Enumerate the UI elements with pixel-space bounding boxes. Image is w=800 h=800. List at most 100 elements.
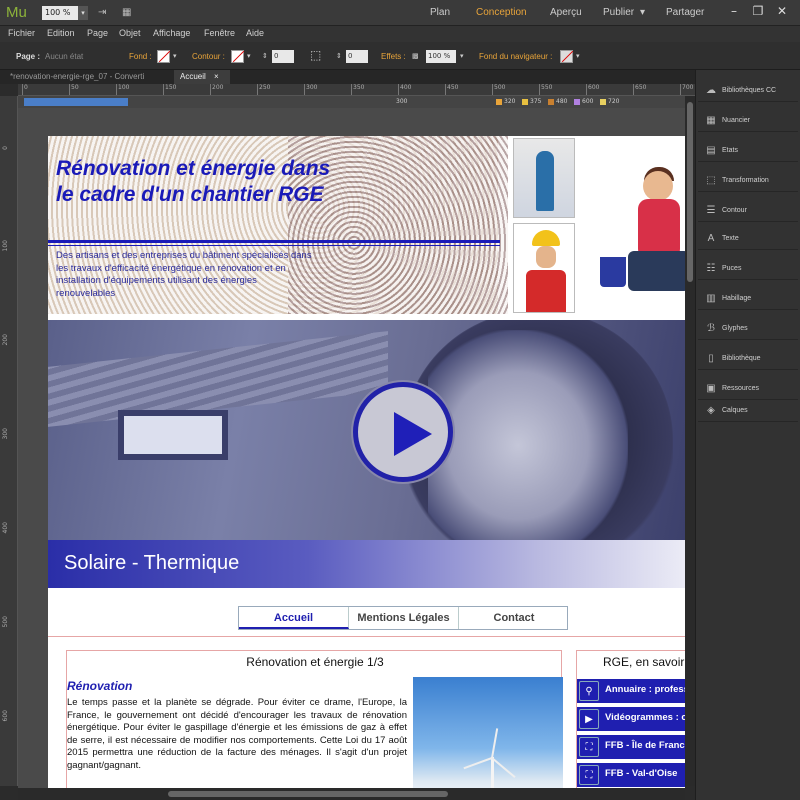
horizontal-scroll-thumb[interactable] <box>168 791 448 797</box>
maximize-button[interactable]: ❐ <box>748 2 768 20</box>
worker-photo-2[interactable] <box>513 223 575 313</box>
ruler-tick: 300 <box>303 84 318 95</box>
fill-swatch[interactable] <box>157 50 170 63</box>
fill-dropdown-icon[interactable]: ▾ <box>173 52 177 60</box>
panel-states[interactable]: ▤ Etats <box>698 140 798 162</box>
close-window-button[interactable]: ✕ <box>772 2 792 20</box>
main-content[interactable]: Rénovation et énergie 1/3 Rénovation Le … <box>66 650 563 788</box>
effects-label[interactable]: Effets : <box>381 52 406 61</box>
stroke-dropdown-icon[interactable]: ▾ <box>247 52 251 60</box>
tab-accueil[interactable]: Accueil × <box>174 70 230 84</box>
panel-label: Bibliothèques CC <box>722 87 777 94</box>
zoom-field[interactable]: 100 % <box>42 6 78 20</box>
mode-plan[interactable]: Plan <box>430 7 450 18</box>
menu-fichier[interactable]: Fichier <box>8 28 35 38</box>
panel-library-book[interactable]: ▯ Bibliothèque <box>698 348 798 370</box>
opacity-dropdown-icon[interactable]: ▾ <box>460 52 464 60</box>
nav-accueil[interactable]: Accueil <box>239 607 349 629</box>
glyphs-icon: ℬ <box>707 323 715 334</box>
breakpoint-marker[interactable] <box>600 99 606 105</box>
upload-icon[interactable]: ⇥ <box>98 7 106 18</box>
publish-button[interactable]: Publier <box>603 7 634 18</box>
breakpoint-range[interactable] <box>24 98 128 106</box>
painter-image[interactable] <box>588 167 685 311</box>
menu-edition[interactable]: Edition <box>47 28 75 38</box>
corner-radius-field[interactable]: 0 <box>346 50 368 63</box>
link-videogrammes[interactable]: ▶ Vidéogrammes : chantiers <box>577 707 685 731</box>
sidebar-content[interactable]: RGE, en savoir plus ⚲ Annuaire : profess… <box>576 650 685 788</box>
design-canvas[interactable]: Rénovation et énergie dans le cadre d'un… <box>18 108 685 788</box>
panel-assets[interactable]: ▣ Ressources <box>698 378 798 400</box>
opacity-field[interactable]: 100 % <box>426 50 456 63</box>
panel-stroke[interactable]: ☰ Contour <box>698 200 798 222</box>
nav-contact[interactable]: Contact <box>459 607 569 629</box>
tab-close-icon[interactable]: × <box>214 72 219 81</box>
panel-bullets[interactable]: ☷ Puces <box>698 258 798 280</box>
link-annuaire[interactable]: ⚲ Annuaire : professionnels RGE <box>577 679 685 703</box>
panel-library[interactable]: ☁ Bibliothèques CC <box>698 80 798 102</box>
page-state: Aucun état <box>45 52 84 61</box>
document-tabs: *renovation-energie-rge_07 - Converti Ac… <box>0 70 695 84</box>
vertical-scrollbar[interactable] <box>685 96 695 786</box>
link-ffb-val-doise[interactable]: ⛶ FFB - Val-d'Oise <box>577 763 685 787</box>
content-body[interactable]: Le temps passe et la planète se dégrade.… <box>67 697 407 772</box>
link-ffb-idf[interactable]: ⛶ FFB - Île de France <box>577 735 685 759</box>
breakpoint-bar[interactable]: 300 320 375 480 600 720 <box>18 96 695 108</box>
breakpoint-label: 375 <box>530 98 542 105</box>
zoom-dropdown[interactable]: ▾ <box>78 6 88 20</box>
vruler-tick: 500 <box>2 616 9 628</box>
control-bar: Page : Aucun état Fond : ▾ Contour : ▾ ⇕… <box>0 42 800 70</box>
browser-fill-label[interactable]: Fond du navigateur : <box>479 52 552 61</box>
menu-bar: Fichier Edition Page Objet Affichage Fen… <box>0 26 800 42</box>
panel-glyphs[interactable]: ℬ Glyphes <box>698 318 798 340</box>
breakpoint-marker[interactable] <box>574 99 580 105</box>
panel-text[interactable]: A Texte <box>698 228 798 250</box>
menu-fenetre[interactable]: Fenêtre <box>204 28 235 38</box>
nav-mentions-legales[interactable]: Mentions Légales <box>349 607 459 629</box>
vertical-scroll-thumb[interactable] <box>687 102 693 282</box>
breakpoint-label: 600 <box>582 98 594 105</box>
browser-fill-dropdown-icon[interactable]: ▾ <box>576 52 580 60</box>
stroke-width-field[interactable]: 0 <box>272 50 294 63</box>
view-mode-icon[interactable]: ▦ <box>122 7 131 18</box>
breakpoint-marker[interactable] <box>522 99 528 105</box>
horizontal-scrollbar[interactable] <box>18 788 685 800</box>
fill-label[interactable]: Fond : <box>129 52 152 61</box>
play-icon[interactable] <box>353 382 453 482</box>
publish-dropdown-icon[interactable]: ▾ <box>640 7 645 18</box>
ruler-tick: 500 <box>491 84 506 95</box>
minimize-button[interactable]: – <box>724 2 744 20</box>
panel-wrap[interactable]: ▥ Habillage <box>698 288 798 310</box>
menu-aide[interactable]: Aide <box>246 28 264 38</box>
panel-swatches[interactable]: ▦ Nuancier <box>698 110 798 132</box>
tab-accueil-label: Accueil <box>180 72 206 81</box>
panel-transform[interactable]: ⬚ Transformation <box>698 170 798 192</box>
corner-icon[interactable]: ⬚ <box>310 48 321 62</box>
site-title[interactable]: Rénovation et énergie dans le cadre d'un… <box>56 156 336 208</box>
menu-page[interactable]: Page <box>87 28 108 38</box>
worker-photo-1[interactable] <box>513 138 575 218</box>
tab-document[interactable]: *renovation-energie-rge_07 - Converti <box>4 70 172 84</box>
vruler-tick: 0 <box>2 146 9 150</box>
menu-objet[interactable]: Objet <box>119 28 141 38</box>
text-icon: A <box>707 233 715 244</box>
stroke-label[interactable]: Contour : <box>192 52 225 61</box>
browser-fill-swatch[interactable] <box>560 50 573 63</box>
video-block[interactable] <box>48 320 685 540</box>
breakpoint-marker[interactable] <box>496 99 502 105</box>
mode-conception[interactable]: Conception <box>476 7 527 18</box>
panel-layers[interactable]: ◈ Calques <box>698 400 798 422</box>
ruler-tick: 150 <box>162 84 177 95</box>
web-page[interactable]: Rénovation et énergie dans le cadre d'un… <box>48 136 685 788</box>
location-icon: ⚲ <box>579 681 599 701</box>
stroke-swatch[interactable] <box>231 50 244 63</box>
play-small-icon: ▶ <box>579 709 599 729</box>
menu-affichage[interactable]: Affichage <box>153 28 190 38</box>
corner-stepper[interactable]: ⇕ <box>336 52 342 60</box>
site-subtitle[interactable]: Des artisans et des entreprises du bâtim… <box>56 250 316 300</box>
wind-turbine-image[interactable] <box>413 677 563 788</box>
breakpoint-marker[interactable] <box>548 99 554 105</box>
stroke-stepper[interactable]: ⇕ <box>262 52 268 60</box>
mode-apercu[interactable]: Aperçu <box>550 7 582 18</box>
share-button[interactable]: Partager <box>666 7 704 18</box>
